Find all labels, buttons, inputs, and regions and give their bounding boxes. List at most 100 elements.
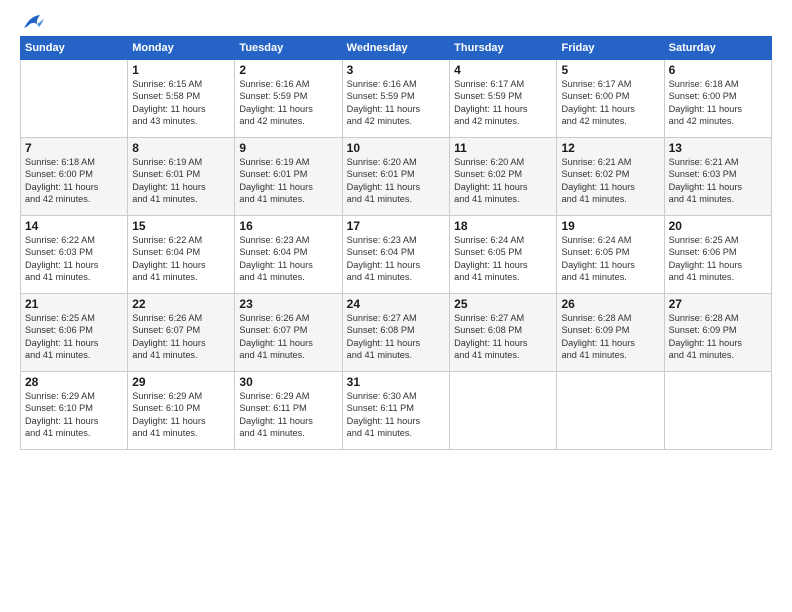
calendar-week-row: 7Sunrise: 6:18 AMSunset: 6:00 PMDaylight… — [21, 138, 772, 216]
day-info: Sunrise: 6:27 AMSunset: 6:08 PMDaylight:… — [347, 312, 445, 362]
calendar-cell: 8Sunrise: 6:19 AMSunset: 6:01 PMDaylight… — [128, 138, 235, 216]
day-number: 2 — [239, 63, 337, 77]
day-number: 20 — [669, 219, 767, 233]
weekday-header: Thursday — [450, 37, 557, 60]
calendar-header-row: SundayMondayTuesdayWednesdayThursdayFrid… — [21, 37, 772, 60]
calendar-cell: 9Sunrise: 6:19 AMSunset: 6:01 PMDaylight… — [235, 138, 342, 216]
day-number: 26 — [561, 297, 659, 311]
header — [20, 18, 772, 28]
weekday-header: Monday — [128, 37, 235, 60]
calendar-cell: 18Sunrise: 6:24 AMSunset: 6:05 PMDayligh… — [450, 216, 557, 294]
day-number: 16 — [239, 219, 337, 233]
calendar-cell: 4Sunrise: 6:17 AMSunset: 5:59 PMDaylight… — [450, 60, 557, 138]
day-number: 12 — [561, 141, 659, 155]
day-number: 21 — [25, 297, 123, 311]
day-info: Sunrise: 6:28 AMSunset: 6:09 PMDaylight:… — [561, 312, 659, 362]
day-info: Sunrise: 6:20 AMSunset: 6:01 PMDaylight:… — [347, 156, 445, 206]
calendar-cell: 16Sunrise: 6:23 AMSunset: 6:04 PMDayligh… — [235, 216, 342, 294]
calendar-cell: 2Sunrise: 6:16 AMSunset: 5:59 PMDaylight… — [235, 60, 342, 138]
calendar-cell: 24Sunrise: 6:27 AMSunset: 6:08 PMDayligh… — [342, 294, 449, 372]
day-info: Sunrise: 6:21 AMSunset: 6:03 PMDaylight:… — [669, 156, 767, 206]
day-info: Sunrise: 6:29 AMSunset: 6:10 PMDaylight:… — [25, 390, 123, 440]
day-number: 14 — [25, 219, 123, 233]
day-info: Sunrise: 6:26 AMSunset: 6:07 PMDaylight:… — [132, 312, 230, 362]
calendar-cell — [450, 372, 557, 450]
day-info: Sunrise: 6:22 AMSunset: 6:04 PMDaylight:… — [132, 234, 230, 284]
day-info: Sunrise: 6:17 AMSunset: 6:00 PMDaylight:… — [561, 78, 659, 128]
day-number: 8 — [132, 141, 230, 155]
calendar-cell: 29Sunrise: 6:29 AMSunset: 6:10 PMDayligh… — [128, 372, 235, 450]
calendar-cell: 25Sunrise: 6:27 AMSunset: 6:08 PMDayligh… — [450, 294, 557, 372]
day-info: Sunrise: 6:25 AMSunset: 6:06 PMDaylight:… — [25, 312, 123, 362]
day-info: Sunrise: 6:29 AMSunset: 6:10 PMDaylight:… — [132, 390, 230, 440]
day-info: Sunrise: 6:23 AMSunset: 6:04 PMDaylight:… — [239, 234, 337, 284]
day-number: 5 — [561, 63, 659, 77]
day-info: Sunrise: 6:22 AMSunset: 6:03 PMDaylight:… — [25, 234, 123, 284]
day-number: 31 — [347, 375, 445, 389]
calendar-cell: 10Sunrise: 6:20 AMSunset: 6:01 PMDayligh… — [342, 138, 449, 216]
day-number: 15 — [132, 219, 230, 233]
day-info: Sunrise: 6:29 AMSunset: 6:11 PMDaylight:… — [239, 390, 337, 440]
day-number: 10 — [347, 141, 445, 155]
day-number: 19 — [561, 219, 659, 233]
day-number: 27 — [669, 297, 767, 311]
day-number: 25 — [454, 297, 552, 311]
day-info: Sunrise: 6:24 AMSunset: 6:05 PMDaylight:… — [454, 234, 552, 284]
day-number: 18 — [454, 219, 552, 233]
day-info: Sunrise: 6:19 AMSunset: 6:01 PMDaylight:… — [239, 156, 337, 206]
calendar-cell: 26Sunrise: 6:28 AMSunset: 6:09 PMDayligh… — [557, 294, 664, 372]
day-info: Sunrise: 6:23 AMSunset: 6:04 PMDaylight:… — [347, 234, 445, 284]
day-number: 3 — [347, 63, 445, 77]
day-number: 17 — [347, 219, 445, 233]
day-number: 9 — [239, 141, 337, 155]
calendar-cell: 22Sunrise: 6:26 AMSunset: 6:07 PMDayligh… — [128, 294, 235, 372]
page: SundayMondayTuesdayWednesdayThursdayFrid… — [0, 0, 792, 612]
calendar-cell: 3Sunrise: 6:16 AMSunset: 5:59 PMDaylight… — [342, 60, 449, 138]
day-info: Sunrise: 6:20 AMSunset: 6:02 PMDaylight:… — [454, 156, 552, 206]
calendar-cell: 28Sunrise: 6:29 AMSunset: 6:10 PMDayligh… — [21, 372, 128, 450]
day-number: 23 — [239, 297, 337, 311]
weekday-header: Sunday — [21, 37, 128, 60]
calendar-cell: 7Sunrise: 6:18 AMSunset: 6:00 PMDaylight… — [21, 138, 128, 216]
day-info: Sunrise: 6:24 AMSunset: 6:05 PMDaylight:… — [561, 234, 659, 284]
day-number: 28 — [25, 375, 123, 389]
logo-bird-icon — [22, 14, 44, 32]
day-number: 30 — [239, 375, 337, 389]
day-info: Sunrise: 6:19 AMSunset: 6:01 PMDaylight:… — [132, 156, 230, 206]
calendar-week-row: 28Sunrise: 6:29 AMSunset: 6:10 PMDayligh… — [21, 372, 772, 450]
day-info: Sunrise: 6:26 AMSunset: 6:07 PMDaylight:… — [239, 312, 337, 362]
day-number: 7 — [25, 141, 123, 155]
calendar-week-row: 1Sunrise: 6:15 AMSunset: 5:58 PMDaylight… — [21, 60, 772, 138]
calendar-cell: 31Sunrise: 6:30 AMSunset: 6:11 PMDayligh… — [342, 372, 449, 450]
calendar-cell: 12Sunrise: 6:21 AMSunset: 6:02 PMDayligh… — [557, 138, 664, 216]
calendar-cell: 11Sunrise: 6:20 AMSunset: 6:02 PMDayligh… — [450, 138, 557, 216]
day-number: 1 — [132, 63, 230, 77]
day-info: Sunrise: 6:28 AMSunset: 6:09 PMDaylight:… — [669, 312, 767, 362]
calendar-cell: 17Sunrise: 6:23 AMSunset: 6:04 PMDayligh… — [342, 216, 449, 294]
calendar-cell: 14Sunrise: 6:22 AMSunset: 6:03 PMDayligh… — [21, 216, 128, 294]
weekday-header: Friday — [557, 37, 664, 60]
day-info: Sunrise: 6:17 AMSunset: 5:59 PMDaylight:… — [454, 78, 552, 128]
calendar-week-row: 14Sunrise: 6:22 AMSunset: 6:03 PMDayligh… — [21, 216, 772, 294]
day-info: Sunrise: 6:25 AMSunset: 6:06 PMDaylight:… — [669, 234, 767, 284]
day-info: Sunrise: 6:30 AMSunset: 6:11 PMDaylight:… — [347, 390, 445, 440]
day-info: Sunrise: 6:21 AMSunset: 6:02 PMDaylight:… — [561, 156, 659, 206]
weekday-header: Tuesday — [235, 37, 342, 60]
calendar-cell — [21, 60, 128, 138]
day-info: Sunrise: 6:15 AMSunset: 5:58 PMDaylight:… — [132, 78, 230, 128]
day-info: Sunrise: 6:16 AMSunset: 5:59 PMDaylight:… — [347, 78, 445, 128]
calendar-week-row: 21Sunrise: 6:25 AMSunset: 6:06 PMDayligh… — [21, 294, 772, 372]
calendar-cell — [557, 372, 664, 450]
day-info: Sunrise: 6:18 AMSunset: 6:00 PMDaylight:… — [25, 156, 123, 206]
calendar-cell: 6Sunrise: 6:18 AMSunset: 6:00 PMDaylight… — [664, 60, 771, 138]
calendar-cell: 15Sunrise: 6:22 AMSunset: 6:04 PMDayligh… — [128, 216, 235, 294]
day-number: 22 — [132, 297, 230, 311]
calendar-cell: 1Sunrise: 6:15 AMSunset: 5:58 PMDaylight… — [128, 60, 235, 138]
calendar-cell: 27Sunrise: 6:28 AMSunset: 6:09 PMDayligh… — [664, 294, 771, 372]
day-number: 6 — [669, 63, 767, 77]
calendar-cell: 5Sunrise: 6:17 AMSunset: 6:00 PMDaylight… — [557, 60, 664, 138]
weekday-header: Saturday — [664, 37, 771, 60]
calendar-cell: 19Sunrise: 6:24 AMSunset: 6:05 PMDayligh… — [557, 216, 664, 294]
day-number: 29 — [132, 375, 230, 389]
calendar-cell: 20Sunrise: 6:25 AMSunset: 6:06 PMDayligh… — [664, 216, 771, 294]
